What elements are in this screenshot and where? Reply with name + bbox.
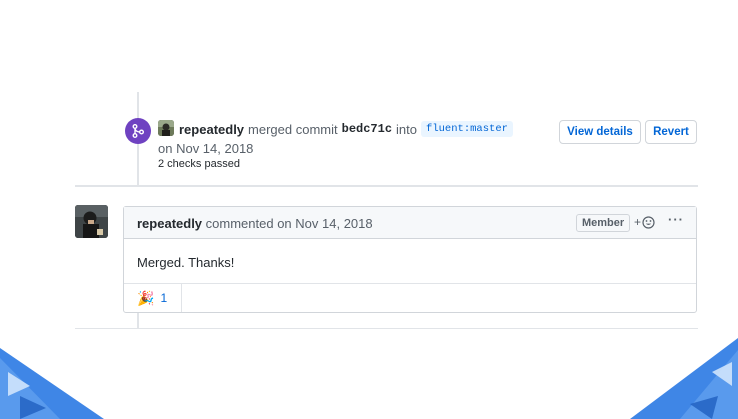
decorative-corner-left [0,338,738,419]
